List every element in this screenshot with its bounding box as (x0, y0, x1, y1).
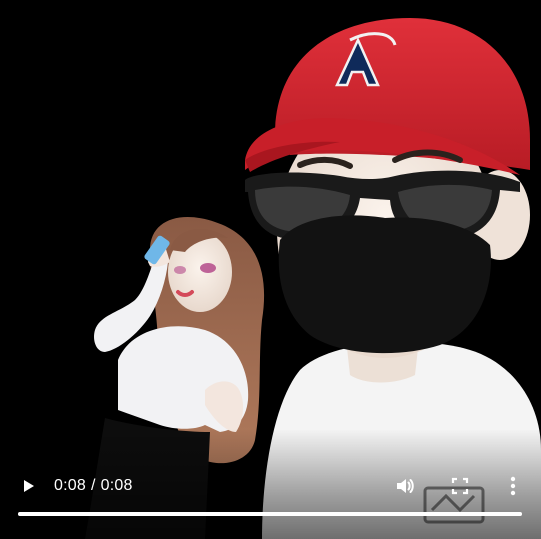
video-player[interactable]: 0:08/0:08 (0, 0, 541, 539)
more-options-button[interactable] (493, 466, 533, 506)
progress-bar[interactable] (18, 512, 522, 516)
current-time: 0:08 (54, 477, 86, 494)
more-vert-icon (510, 476, 516, 496)
time-display: 0:08/0:08 (54, 476, 133, 496)
fullscreen-button[interactable] (440, 466, 480, 506)
progress-fill (18, 512, 522, 516)
fullscreen-icon (451, 477, 469, 495)
video-frame (0, 0, 541, 539)
play-button[interactable] (8, 466, 48, 506)
play-icon (19, 477, 37, 495)
time-separator: / (90, 477, 96, 494)
mute-button[interactable] (385, 466, 425, 506)
controls-bar: 0:08/0:08 (0, 466, 541, 506)
duration: 0:08 (100, 477, 133, 494)
volume-icon (394, 475, 416, 497)
